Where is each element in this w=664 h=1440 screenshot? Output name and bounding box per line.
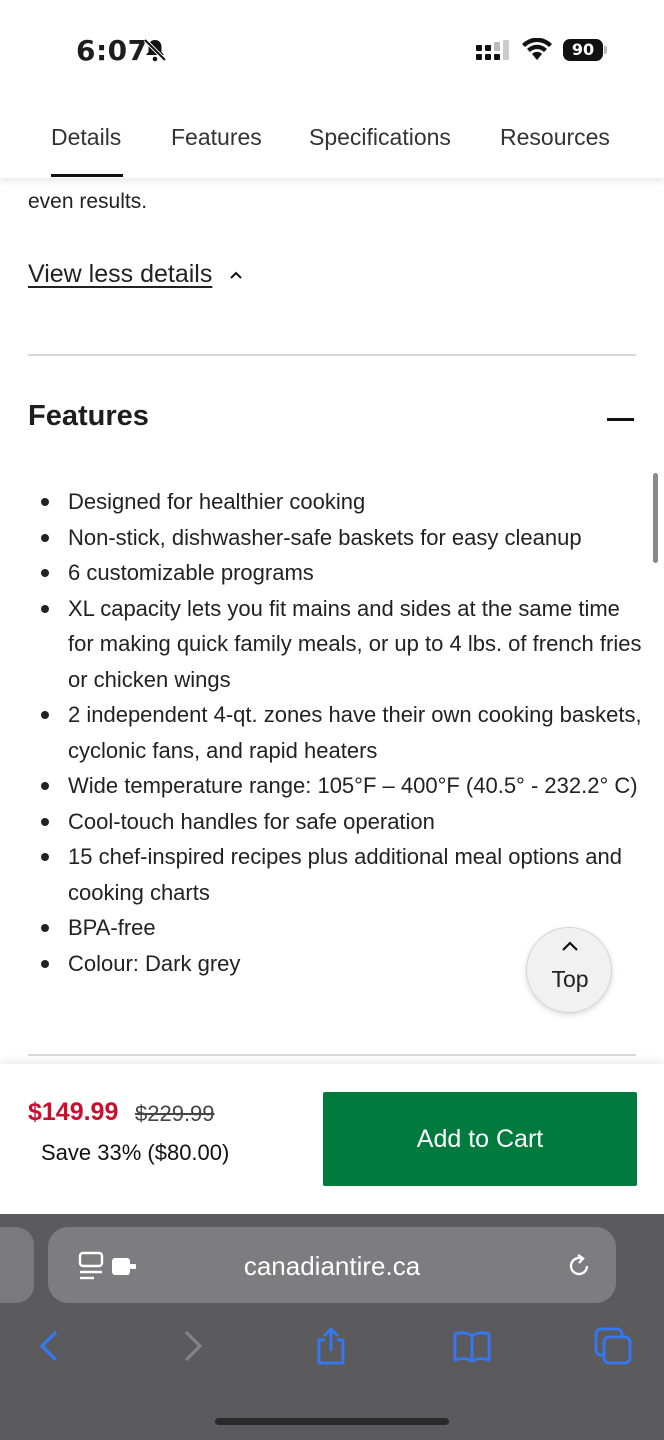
share-icon[interactable] — [311, 1326, 351, 1366]
active-tab-indicator — [51, 174, 123, 177]
back-to-top-button[interactable]: Top — [526, 927, 612, 1013]
list-item: Non-stick, dishwasher-safe baskets for e… — [28, 520, 648, 556]
sale-price: $149.99 — [28, 1098, 119, 1126]
collapse-minus-icon[interactable] — [607, 418, 634, 421]
details-text: even results. — [28, 190, 148, 213]
tabs-icon[interactable] — [593, 1326, 633, 1366]
url-text: canadiantire.ca — [243, 1251, 421, 1281]
savings-text: Save 33% ($80.00) — [41, 1140, 230, 1165]
tab-resources[interactable]: Resources — [500, 124, 610, 151]
forward-icon[interactable] — [172, 1326, 212, 1366]
list-item: 15 chef-inspired recipes plus additional… — [28, 839, 648, 910]
reload-icon[interactable] — [565, 1252, 593, 1280]
status-bar: 6:07 90 — [0, 0, 664, 100]
chevron-up-icon — [562, 941, 578, 951]
status-time: 6:07 — [76, 34, 148, 67]
section-divider — [28, 354, 636, 356]
previous-tab-preview[interactable] — [0, 1227, 34, 1303]
sticky-price-bar: $149.99 $229.99 Save 33% ($80.00) Add to… — [0, 1064, 664, 1214]
bookmarks-icon[interactable] — [452, 1326, 492, 1366]
address-bar[interactable]: canadiantire.ca — [48, 1227, 616, 1303]
list-item: 2 independent 4-qt. zones have their own… — [28, 697, 648, 768]
section-divider — [28, 1054, 636, 1056]
chevron-up-icon — [230, 271, 242, 279]
home-indicator — [215, 1418, 449, 1425]
wifi-icon — [522, 38, 552, 60]
list-item: XL capacity lets you fit mains and sides… — [28, 591, 648, 698]
tab-specifications[interactable]: Specifications — [309, 124, 451, 151]
browser-toolbar: canadiantire.ca — [0, 1214, 664, 1440]
section-tab-bar: Details Features Specifications Resource… — [0, 100, 664, 178]
list-item: Designed for healthier cooking — [28, 484, 648, 520]
features-list: Designed for healthier cooking Non-stick… — [28, 484, 648, 981]
bell-slash-icon — [143, 38, 167, 62]
battery-icon: 90 — [563, 39, 603, 61]
original-price: $229.99 — [135, 1101, 215, 1126]
view-less-details-link[interactable]: View less details — [28, 260, 212, 289]
cellular-signal-icon — [476, 40, 509, 60]
back-icon[interactable] — [30, 1326, 70, 1366]
battery-nub — [604, 46, 607, 54]
features-heading: Features — [28, 400, 149, 432]
list-item: Wide temperature range: 105°F – 400°F (4… — [28, 768, 648, 804]
add-to-cart-button[interactable]: Add to Cart — [323, 1092, 637, 1186]
list-item: Cool-touch handles for safe operation — [28, 804, 648, 840]
tab-details[interactable]: Details — [51, 124, 121, 151]
top-label: Top — [551, 966, 589, 992]
list-item: 6 customizable programs — [28, 555, 648, 591]
tab-features[interactable]: Features — [171, 124, 262, 151]
scrollbar[interactable] — [653, 473, 658, 563]
